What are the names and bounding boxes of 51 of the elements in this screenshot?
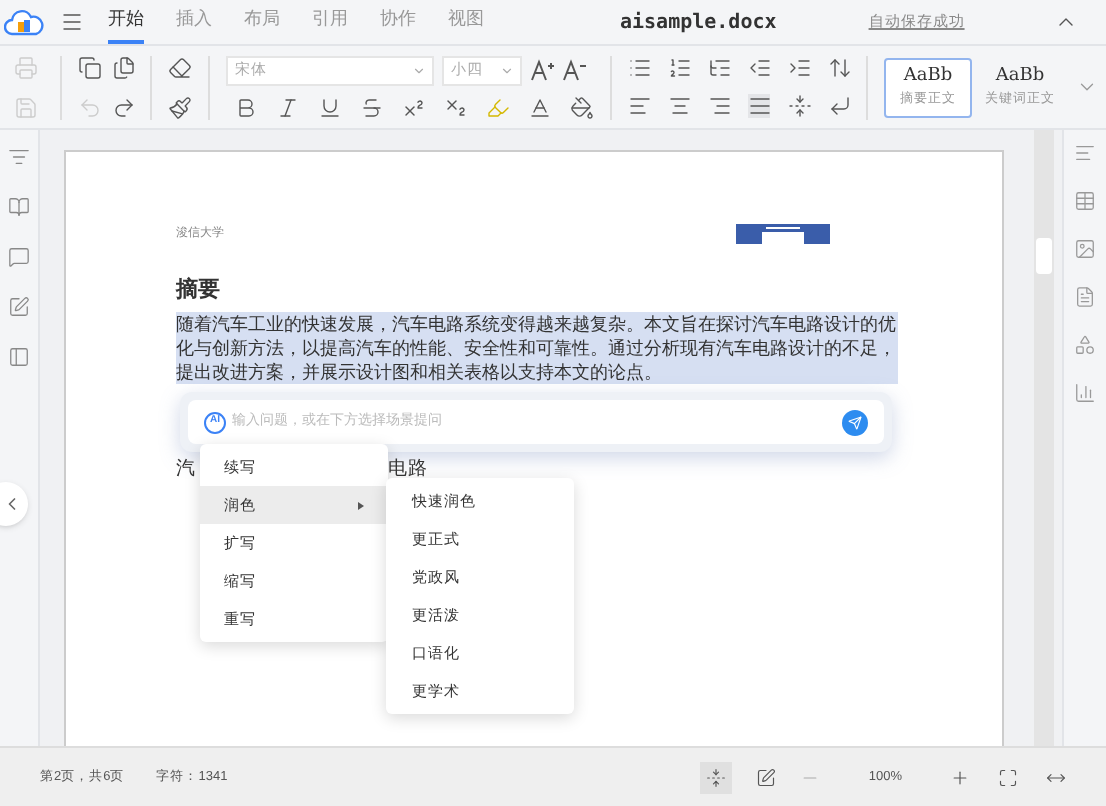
send-button[interactable]: [842, 409, 868, 435]
menu-icon[interactable]: [60, 10, 84, 34]
table-icon[interactable]: [1074, 190, 1096, 212]
subscript-icon[interactable]: [444, 95, 469, 119]
paragraph-icon[interactable]: [1074, 142, 1096, 164]
multilevel-list-icon[interactable]: [708, 56, 733, 80]
italic-icon[interactable]: [276, 95, 301, 119]
distribute-icon[interactable]: [788, 94, 813, 118]
redo-icon[interactable]: [112, 95, 137, 119]
line-break-icon[interactable]: [828, 94, 853, 118]
send-icon: [848, 415, 862, 429]
strikethrough-icon[interactable]: [360, 95, 385, 119]
bold-icon[interactable]: [234, 95, 259, 119]
file-name: aisample.docx: [620, 9, 777, 37]
format-painter-icon[interactable]: [168, 95, 193, 119]
fill-color-icon[interactable]: [570, 95, 595, 119]
align-left-icon[interactable]: [628, 94, 653, 118]
comment-icon[interactable]: [8, 246, 30, 268]
align-center-icon[interactable]: [668, 94, 693, 118]
indent-icon[interactable]: [788, 56, 813, 80]
submenu-arrow-icon: [358, 501, 364, 509]
shapes-icon[interactable]: [1074, 334, 1096, 356]
eraser-icon[interactable]: [168, 55, 193, 79]
underline-icon[interactable]: [318, 95, 343, 119]
panel-icon[interactable]: [8, 346, 30, 368]
font-color-icon[interactable]: [528, 95, 553, 119]
chart-icon[interactable]: [1074, 382, 1096, 404]
dropdown-caret-icon: [500, 63, 515, 77]
justify-icon[interactable]: [748, 94, 773, 118]
numbered-list-icon[interactable]: [668, 56, 693, 80]
copy-icon[interactable]: [77, 55, 102, 79]
body-text: 电路: [388, 455, 428, 483]
body-text: 汽: [176, 455, 196, 483]
edit-mode-icon[interactable]: [756, 767, 777, 787]
image-icon[interactable]: [1074, 238, 1096, 260]
document-heading: 摘要: [176, 275, 222, 306]
page-icon[interactable]: [1074, 286, 1096, 308]
selected-paragraph: 随着汽车工业的快速发展，汽车电路系统变得越来越复杂。本文旨在探讨汽车电路设计的优化与创新方法，以提高汽车的性能、安全性和可靠性。通过分析现有汽车电路设计的不足，提出改进方案，并展示设计图和相关表格以支持本文的论点。: [176, 311, 898, 383]
line-spacing-icon[interactable]: [828, 56, 853, 80]
zoom-in-icon[interactable]: [950, 767, 970, 787]
book-icon[interactable]: [8, 196, 30, 218]
edit-icon[interactable]: [8, 296, 30, 318]
align-right-icon[interactable]: [708, 94, 733, 118]
outdent-icon[interactable]: [748, 56, 773, 80]
grow-font-icon[interactable]: [530, 58, 555, 82]
dropdown-caret-icon: [412, 63, 427, 77]
superscript-icon[interactable]: [402, 95, 427, 119]
paste-icon[interactable]: [112, 55, 137, 79]
logo-drawing: [736, 224, 830, 244]
shrink-font-icon[interactable]: [562, 58, 587, 82]
fit-page-icon[interactable]: [998, 767, 1018, 787]
